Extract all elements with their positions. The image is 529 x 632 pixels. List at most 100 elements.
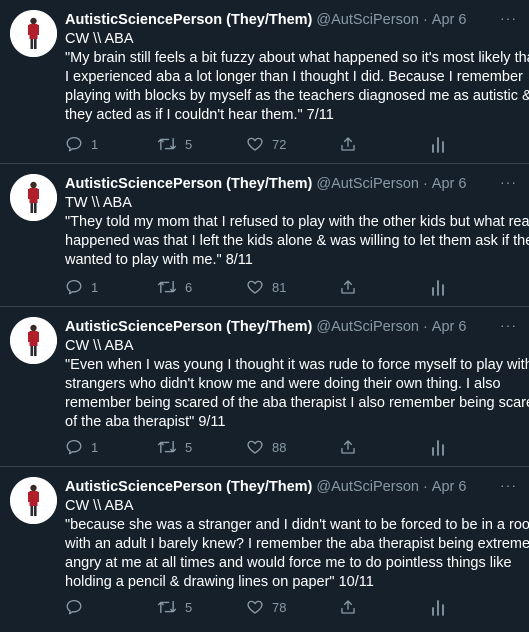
analytics-icon bbox=[432, 600, 444, 616]
tweet-text-line: with an adult I barely knew? I remember … bbox=[65, 536, 529, 552]
tweet-text-line: wanted to play with me." 8/11 bbox=[65, 252, 253, 268]
tweet-text-line: "My brain still feels a bit fuzzy about … bbox=[65, 50, 529, 66]
retweet-count: 6 bbox=[185, 279, 193, 295]
analytics-button[interactable] bbox=[430, 278, 446, 296]
more-options-icon[interactable]: ··· bbox=[500, 477, 517, 493]
separator-dot: · bbox=[422, 12, 428, 28]
avatar[interactable] bbox=[10, 10, 57, 57]
tweet-text-line: playing with blocks by myself as the tea… bbox=[65, 88, 529, 104]
separator-dot: · bbox=[422, 479, 428, 495]
like-button[interactable]: 88 bbox=[246, 438, 286, 456]
tweet-text-line: "because she was a stranger and I didn't… bbox=[65, 517, 529, 533]
tweet-date[interactable]: Apr 6 bbox=[432, 319, 467, 335]
user-handle[interactable]: @AutSciPerson bbox=[316, 479, 419, 495]
retweet-count: 5 bbox=[185, 599, 193, 615]
separator-dot: · bbox=[422, 176, 428, 192]
heart-icon bbox=[247, 440, 263, 454]
tweet-text-line: holding a pencil & drawing lines on pape… bbox=[65, 574, 374, 590]
more-options-icon[interactable]: ··· bbox=[500, 317, 517, 333]
display-name[interactable]: AutisticSciencePerson (They/Them) bbox=[65, 319, 312, 335]
retweet-icon bbox=[157, 440, 177, 454]
share-button[interactable] bbox=[339, 598, 357, 616]
reply-icon bbox=[66, 136, 82, 152]
tweet-text: CW \\ ABA "Even when I was young I thoug… bbox=[65, 337, 529, 432]
tweet-date[interactable]: Apr 6 bbox=[432, 176, 467, 192]
user-handle[interactable]: @AutSciPerson bbox=[316, 176, 419, 192]
tweet-text-line: angry at me at all times and would force… bbox=[65, 555, 512, 571]
analytics-icon bbox=[432, 137, 444, 153]
tweet-header: AutisticSciencePerson (They/Them) @AutSc… bbox=[65, 10, 517, 30]
user-handle[interactable]: @AutSciPerson bbox=[316, 12, 419, 28]
tweet-8[interactable]: AutisticSciencePerson (They/Them) @AutSc… bbox=[0, 164, 529, 307]
tweet-header: AutisticSciencePerson (They/Them) @AutSc… bbox=[65, 477, 517, 497]
like-count: 72 bbox=[272, 136, 287, 152]
reply-icon bbox=[66, 599, 82, 615]
retweet-count: 5 bbox=[185, 439, 193, 455]
tweet-9[interactable]: AutisticSciencePerson (They/Them) @AutSc… bbox=[0, 307, 529, 467]
reply-icon bbox=[66, 439, 82, 455]
tweet-actions: 1 5 72 bbox=[65, 135, 517, 155]
tweet-text-line: strangers who didn't know me and were do… bbox=[65, 376, 501, 392]
tweet-text-line: "They told my mom that I refused to play… bbox=[65, 214, 529, 230]
retweet-button[interactable]: 5 bbox=[157, 438, 192, 456]
reply-button[interactable]: 1 bbox=[65, 135, 98, 153]
avatar[interactable] bbox=[10, 477, 57, 524]
retweet-button[interactable]: 5 bbox=[157, 598, 192, 616]
share-button[interactable] bbox=[339, 278, 357, 296]
tweet-text-line: CW \\ ABA bbox=[65, 31, 134, 47]
reply-icon bbox=[66, 279, 82, 295]
more-options-icon[interactable]: ··· bbox=[500, 174, 517, 190]
retweet-button[interactable]: 5 bbox=[157, 135, 192, 153]
retweet-button[interactable]: 6 bbox=[157, 278, 192, 296]
like-button[interactable]: 81 bbox=[246, 278, 286, 296]
avatar[interactable] bbox=[10, 317, 57, 364]
share-icon bbox=[341, 137, 355, 151]
tweet-text-line: CW \\ ABA bbox=[65, 338, 134, 354]
reply-button[interactable]: 1 bbox=[65, 438, 98, 456]
like-count: 88 bbox=[272, 439, 287, 455]
retweet-icon bbox=[157, 600, 177, 614]
tweet-date[interactable]: Apr 6 bbox=[432, 12, 467, 28]
share-icon bbox=[341, 280, 355, 294]
analytics-button[interactable] bbox=[430, 598, 446, 616]
avatar[interactable] bbox=[10, 174, 57, 221]
heart-icon bbox=[247, 137, 263, 151]
analytics-button[interactable] bbox=[430, 438, 446, 456]
separator-dot: · bbox=[422, 319, 428, 335]
tweet-text: CW \\ ABA "because she was a stranger an… bbox=[65, 497, 529, 592]
display-name[interactable]: AutisticSciencePerson (They/Them) bbox=[65, 176, 312, 192]
tweet-text-line: CW \\ ABA bbox=[65, 498, 134, 514]
like-button[interactable]: 78 bbox=[246, 598, 286, 616]
like-count: 78 bbox=[272, 599, 287, 615]
tweet-text-line: remember being scared of the aba therapi… bbox=[65, 395, 529, 411]
share-icon bbox=[341, 600, 355, 614]
display-name[interactable]: AutisticSciencePerson (They/Them) bbox=[65, 479, 312, 495]
tweet-10[interactable]: AutisticSciencePerson (They/Them) @AutSc… bbox=[0, 467, 529, 632]
share-button[interactable] bbox=[339, 135, 357, 153]
display-name[interactable]: AutisticSciencePerson (They/Them) bbox=[65, 12, 312, 28]
tweet-text-line: "Even when I was young I thought it was … bbox=[65, 357, 529, 373]
reply-button[interactable] bbox=[65, 598, 91, 616]
share-button[interactable] bbox=[339, 438, 357, 456]
tweet-text: CW \\ ABA "My brain still feels a bit fu… bbox=[65, 30, 529, 125]
like-count: 81 bbox=[272, 279, 287, 295]
tweet-header: AutisticSciencePerson (They/Them) @AutSc… bbox=[65, 317, 517, 337]
more-options-icon[interactable]: ··· bbox=[500, 10, 517, 26]
retweet-icon bbox=[157, 280, 177, 294]
share-icon bbox=[341, 440, 355, 454]
heart-icon bbox=[247, 600, 263, 614]
tweet-7[interactable]: AutisticSciencePerson (They/Them) @AutSc… bbox=[0, 0, 529, 164]
analytics-icon bbox=[432, 280, 444, 296]
analytics-button[interactable] bbox=[430, 135, 446, 153]
tweet-date[interactable]: Apr 6 bbox=[432, 479, 467, 495]
tweet-header: AutisticSciencePerson (They/Them) @AutSc… bbox=[65, 174, 517, 194]
tweet-text-line: they acted as if I couldn't hear them." … bbox=[65, 107, 334, 123]
tweet-actions: 1 5 88 bbox=[65, 438, 517, 458]
tweet-text-line: I experienced aba a lot longer than I th… bbox=[65, 69, 523, 85]
like-button[interactable]: 72 bbox=[246, 135, 286, 153]
retweet-icon bbox=[157, 137, 177, 151]
analytics-icon bbox=[432, 440, 444, 456]
reply-button[interactable]: 1 bbox=[65, 278, 98, 296]
user-handle[interactable]: @AutSciPerson bbox=[316, 319, 419, 335]
tweet-text-line: happened was that I left the kids alone … bbox=[65, 233, 529, 249]
